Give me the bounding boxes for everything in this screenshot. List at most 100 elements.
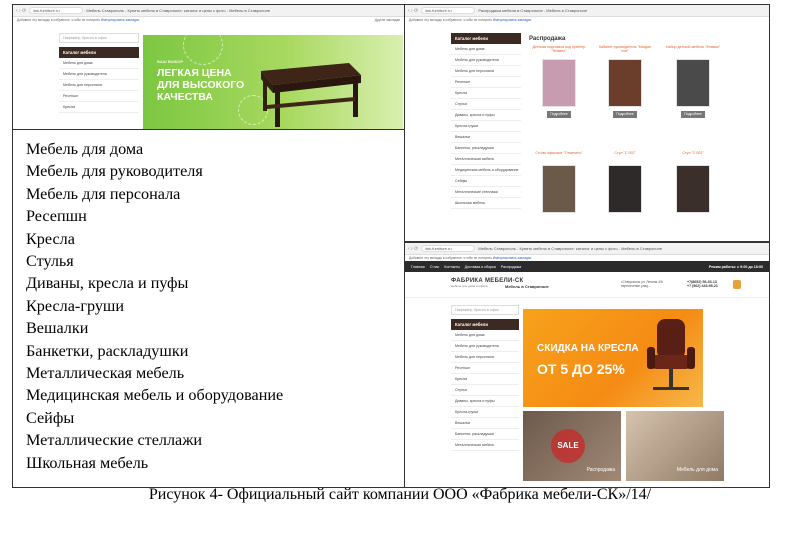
nav-link[interactable]: Распродажа: [501, 265, 521, 269]
product-name[interactable]: Кабинет руководителя "Магдан ноа": [595, 45, 655, 57]
category-item: Кресла: [26, 229, 75, 248]
product-image[interactable]: [676, 165, 710, 213]
tile-home-furniture[interactable]: Мебель для дома: [626, 411, 724, 481]
catalog-header[interactable]: Каталог мебели: [451, 33, 521, 44]
search-input[interactable]: Например, Кресло в офис: [59, 33, 139, 43]
logo-city: Мебель в Ставрополе: [505, 284, 549, 289]
tab-title: Мебель Ставрополь - Купить мебель в Став…: [86, 8, 271, 13]
address-bar[interactable]: fab-furniture.ru: [29, 7, 84, 14]
product-card[interactable]: Стул "С 002": [663, 151, 723, 217]
browser-nav-icons[interactable]: ‹ › ⟳: [408, 8, 418, 14]
tile-sale-label: Распродажа: [586, 467, 615, 473]
bookmarks-notice: Добавьте эту вкладку в избранное, чтобы …: [17, 18, 100, 22]
menu-item[interactable]: Вешалки: [451, 132, 521, 143]
menu-item[interactable]: Кресла-груши: [451, 407, 519, 418]
import-bookmarks-link[interactable]: Импортировать закладки: [493, 18, 531, 22]
search-input[interactable]: Например, Кресло в офис: [451, 305, 519, 315]
other-bookmarks[interactable]: Другие закладки: [375, 18, 400, 22]
sale-badge: SALE: [551, 429, 585, 463]
nav-link[interactable]: О нас: [430, 265, 440, 269]
menu-item[interactable]: Мебель для дома: [451, 44, 521, 55]
details-button[interactable]: Подробнее: [681, 111, 705, 118]
menu-item[interactable]: Банкетки, раскладушки: [451, 429, 519, 440]
menu-item[interactable]: Банкетки, раскладушки: [451, 143, 521, 154]
details-button[interactable]: Подробнее: [613, 111, 637, 118]
site-header: ФАБРИКА МЕБЕЛИ-СК мебель для дома и офиса…: [405, 272, 769, 298]
menu-item[interactable]: Вешалки: [451, 418, 519, 429]
cart-icon[interactable]: [733, 280, 741, 289]
menu-item[interactable]: Мебель для руководителя: [451, 341, 519, 352]
category-item: Школьная мебель: [26, 453, 149, 472]
product-card[interactable]: Детская подставка под принтер "Флавио" По…: [529, 45, 589, 118]
figure-caption: Рисунок 4- Официальный сайт компании ООО…: [148, 486, 652, 503]
browser-toolbar: ‹ › ⟳ fab-furniture.ru Распродажа мебели…: [405, 5, 769, 17]
sale-banner-line1: СКИДКА НА КРЕСЛА: [537, 343, 639, 354]
import-bookmarks-link[interactable]: Импортировать закладки: [493, 256, 531, 260]
catalog-menu: Каталог мебели Мебель для дома Мебель для…: [451, 33, 521, 209]
nav-link[interactable]: Главная: [411, 265, 425, 269]
browser-toolbar: ‹ › ⟳ fab-furniture.ru Мебель Ставрополь…: [13, 5, 404, 17]
category-item: Мебель для руководителя: [26, 162, 203, 181]
menu-item[interactable]: Стулья: [451, 99, 521, 110]
menu-item[interactable]: Медицинская мебель и оборудование: [451, 165, 521, 176]
menu-item[interactable]: Ресепшн: [59, 91, 139, 102]
menu-item[interactable]: Кресла: [59, 102, 139, 113]
table-image: [261, 63, 361, 127]
product-name[interactable]: Набор детской мебели "Флавио": [663, 45, 723, 57]
menu-item[interactable]: Мебель для персонала: [59, 80, 139, 91]
menu-item[interactable]: Кресла: [451, 88, 521, 99]
address-bar[interactable]: fab-furniture.ru: [421, 7, 476, 14]
sale-banner[interactable]: СКИДКА НА КРЕСЛА ОТ 5 ДО 25%: [523, 309, 703, 407]
product-name[interactable]: Стул "С 002": [663, 151, 723, 163]
menu-item[interactable]: Мебель для персонала: [451, 66, 521, 77]
menu-item[interactable]: Мебель для руководителя: [451, 55, 521, 66]
import-bookmarks-link[interactable]: Импортировать закладки: [101, 18, 139, 22]
menu-item[interactable]: Ресепшн: [451, 77, 521, 88]
menu-item[interactable]: Сейфы: [451, 176, 521, 187]
nav-link[interactable]: Контакты: [444, 265, 460, 269]
catalog-header[interactable]: Каталог мебели: [451, 319, 519, 330]
product-image[interactable]: [542, 59, 576, 107]
product-image[interactable]: [608, 165, 642, 213]
product-card[interactable]: Кабинет руководителя "Магдан ноа" Подробн…: [595, 45, 655, 118]
menu-item[interactable]: Металлическая мебель: [451, 154, 521, 165]
product-image[interactable]: [676, 59, 710, 107]
browser-nav-icons[interactable]: ‹ › ⟳: [408, 246, 418, 252]
browser-toolbar: ‹ › ⟳ fab-furniture.ru Мебель Ставрополь…: [405, 243, 769, 255]
product-image[interactable]: [542, 165, 576, 213]
menu-item[interactable]: Диваны, кресла и пуфы: [451, 110, 521, 121]
menu-item[interactable]: Мебель для дома: [59, 58, 139, 69]
armchair-image: [647, 319, 695, 390]
menu-item[interactable]: Диваны, кресла и пуфы: [451, 396, 519, 407]
product-name[interactable]: Детская подставка под принтер "Флавио": [529, 45, 589, 57]
address-bar[interactable]: fab-furniture.ru: [421, 245, 476, 252]
tile-sale[interactable]: SALE Распродажа: [523, 411, 621, 481]
menu-item[interactable]: Кресла-груши: [451, 121, 521, 132]
menu-item[interactable]: Мебель для дома: [451, 330, 519, 341]
menu-item[interactable]: Металлические стеллажи: [451, 187, 521, 198]
catalog-header[interactable]: Каталог мебели: [59, 47, 139, 58]
menu-item[interactable]: Металлическая мебель: [451, 440, 519, 451]
phone-numbers[interactable]: +7(8652) 56-33-13 +7 (962) 443-95-21: [687, 280, 718, 289]
nav-link[interactable]: Доставка и сборка: [465, 265, 496, 269]
product-image[interactable]: [608, 59, 642, 107]
screenshot-home-full: ‹ › ⟳ fab-furniture.ru Мебель Ставрополь…: [404, 242, 770, 488]
menu-item[interactable]: Стулья: [451, 385, 519, 396]
category-item: Металлические стеллажи: [26, 431, 203, 450]
menu-item[interactable]: Мебель для руководителя: [59, 69, 139, 80]
bookmarks-bar: Добавьте эту вкладку в избранное, чтобы …: [13, 17, 404, 23]
product-card[interactable]: Столы офисные "Отмечено": [529, 151, 589, 217]
menu-item[interactable]: Мебель для персонала: [451, 352, 519, 363]
menu-item[interactable]: Ресепшн: [451, 363, 519, 374]
browser-nav-icons[interactable]: ‹ › ⟳: [16, 8, 26, 14]
catalog-menu: Например, Кресло в офис Каталог мебели М…: [59, 33, 139, 113]
product-card[interactable]: Набор детской мебели "Флавио" Подробнее: [663, 45, 723, 118]
product-name[interactable]: Столы офисные "Отмечено": [529, 151, 589, 163]
product-card[interactable]: Стул "С 002": [595, 151, 655, 217]
menu-item[interactable]: Школьная мебель: [451, 198, 521, 209]
details-button[interactable]: Подробнее: [547, 111, 571, 118]
menu-item[interactable]: Кресла: [451, 374, 519, 385]
bookmarks-bar: Добавьте эту вкладку в избранное, чтобы …: [409, 18, 532, 22]
product-name[interactable]: Стул "С 002": [595, 151, 655, 163]
promo-banner[interactable]: ВАШ ВЫБОР ЛЕГКАЯ ЦЕНА ДЛЯ ВЫСОКОГО КАЧЕС…: [143, 35, 403, 129]
